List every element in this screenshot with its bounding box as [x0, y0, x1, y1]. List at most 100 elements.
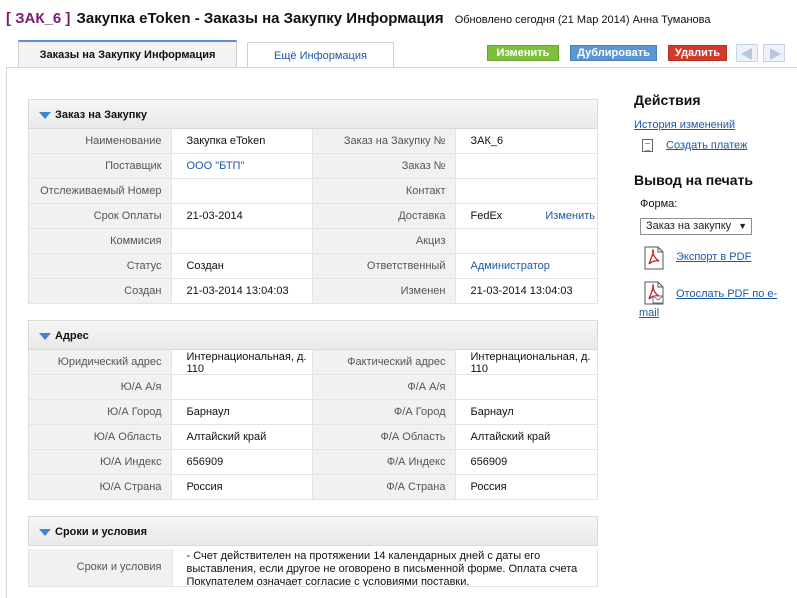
form-select[interactable]: Заказ на закупку ▼: [640, 218, 752, 235]
inline-edit-link[interactable]: Изменить: [545, 204, 595, 228]
table-row: Юридический адрес Интернациональная, д. 1…: [29, 350, 597, 375]
field-value: Барнаул: [171, 400, 313, 424]
duplicate-button[interactable]: Дублировать: [570, 45, 657, 61]
field-value: Закупка eToken: [171, 129, 313, 153]
field-value-text: Россия: [186, 481, 223, 493]
table-row: Создан 21-03-2014 13:04:03 Изменен 21-03-20…: [29, 279, 597, 304]
send-pdf-link[interactable]: Отослать PDF по e-mail: [639, 288, 777, 319]
field-value: Алтайский край: [171, 425, 313, 449]
section-order: Заказ на Закупку Наименование Закупка eTo…: [28, 99, 598, 304]
field-label: Заказ №: [313, 154, 456, 178]
field-value-text: Алтайский край: [470, 431, 551, 443]
export-pdf-link[interactable]: Экспорт в PDF: [676, 251, 751, 263]
section-terms-header[interactable]: Сроки и условия: [28, 516, 598, 546]
field-label-text: Ю/А Город: [107, 406, 162, 418]
table-row: Срок Оплаты 21-03-2014 Доставка FedEx Измени…: [29, 204, 597, 229]
field-label-text: Контакт: [405, 185, 446, 197]
print-title: Вывод на печать: [634, 172, 754, 188]
field-value: [171, 179, 313, 203]
field-label-text: Юридический адрес: [57, 356, 162, 368]
field-value: [455, 375, 597, 399]
section-order-header[interactable]: Заказ на Закупку: [28, 99, 598, 129]
field-value: Интернациональная, д. 110: [171, 350, 313, 374]
field-label-text: Ф/А Город: [393, 406, 446, 418]
field-label-text: Ф/А А/я: [407, 381, 446, 393]
field-label-text: Наименование: [85, 135, 162, 147]
table-row: Ю/А Область Алтайский край Ф/А Область Алта…: [29, 425, 597, 450]
arrow-left-icon: [741, 48, 752, 60]
field-label-text: Отслеживаемый Номер: [40, 185, 162, 197]
history-link[interactable]: История изменений: [634, 119, 794, 131]
field-label-text: Изменен: [400, 285, 446, 297]
edit-button[interactable]: Изменить: [487, 45, 559, 61]
field-label: Изменен: [313, 279, 456, 303]
field-value: 656909: [455, 450, 597, 474]
sidebar: Действия История изменений Создать плате…: [634, 92, 794, 210]
field-value: ООО "БТП": [171, 154, 313, 178]
field-label: Отслеживаемый Номер: [29, 179, 172, 203]
field-value: Интернациональная, д. 110: [455, 350, 597, 374]
field-value-text: ЗАК_6: [470, 135, 504, 147]
next-record-button[interactable]: [763, 44, 785, 62]
table-row: Ю/А Город Барнаул Ф/А Город Барнаул: [29, 400, 597, 425]
field-label-text: Акциз: [415, 235, 446, 247]
create-payment-row: Создать платеж: [634, 139, 794, 152]
field-value-text: 656909: [186, 456, 224, 468]
field-label-text: Коммисия: [110, 235, 162, 247]
chevron-down-icon: ▼: [738, 221, 747, 231]
field-label-text: Заказ №: [401, 160, 446, 172]
field-label: Статус: [29, 254, 172, 278]
field-value: 21-03-2014 13:04:03: [171, 279, 313, 303]
document-icon: [642, 139, 653, 152]
field-value-text: Алтайский край: [186, 431, 267, 443]
field-value-text: FedEx: [470, 210, 503, 222]
section-address-header[interactable]: Адрес: [28, 320, 598, 350]
tab-more-info[interactable]: Ещё Информация: [247, 42, 394, 68]
field-label-text: Фактический адрес: [347, 356, 446, 368]
field-value: 21-03-2014 13:04:03: [455, 279, 597, 303]
field-value-text: Закупка eToken: [186, 135, 266, 147]
caret-down-icon: [39, 112, 51, 119]
field-label: Ю/А Страна: [29, 475, 172, 499]
prev-record-button[interactable]: [736, 44, 758, 62]
field-value: [455, 229, 597, 253]
field-label: Ю/А А/я: [29, 375, 172, 399]
field-label-text: Доставка: [398, 210, 446, 222]
tab-order-info[interactable]: Заказы на Закупку Информация: [18, 40, 237, 68]
field-value: Россия: [455, 475, 597, 499]
field-value: FedEx Изменить: [455, 204, 597, 228]
assignee-link[interactable]: Администратор: [470, 260, 549, 272]
field-value: Россия: [171, 475, 313, 499]
table-row: Отслеживаемый Номер Контакт: [29, 179, 597, 204]
section-address-title: Адрес: [55, 330, 89, 342]
field-value-text: 656909: [470, 456, 508, 468]
field-value-text: Интернациональная, д. 110: [186, 351, 307, 374]
field-label-text: Поставщик: [105, 160, 162, 172]
field-label: Ю/А Индекс: [29, 450, 172, 474]
field-value-text: Создан: [186, 260, 224, 272]
record-id: [ ЗАК_6 ]: [6, 10, 71, 27]
create-payment-link[interactable]: Создать платеж: [666, 139, 747, 151]
field-label: Поставщик: [29, 154, 172, 178]
field-label-text: Ответственный: [366, 260, 446, 272]
vendor-link[interactable]: ООО "БТП": [186, 160, 244, 172]
section-address: Адрес Юридический адрес Интернациональная…: [28, 320, 598, 500]
form-select-value: Заказ на закупку: [646, 220, 732, 232]
field-value: 656909: [171, 450, 313, 474]
field-label: Ф/А А/я: [313, 375, 456, 399]
page-title: Закупка eToken - Заказы на Закупку Инфор…: [76, 10, 444, 27]
table-row: Поставщик ООО "БТП" Заказ №: [29, 154, 597, 179]
address-grid: Юридический адрес Интернациональная, д. 1…: [28, 350, 598, 500]
page-header: [ ЗАК_6 ] Закупка eToken - Заказы на Зак…: [6, 10, 710, 32]
caret-down-icon: [39, 529, 51, 536]
field-value-text: 21-03-2014 13:04:03: [186, 285, 289, 297]
field-value-text: Россия: [470, 481, 507, 493]
field-label: Фактический адрес: [313, 350, 456, 374]
field-label-text: Ю/А А/я: [120, 381, 162, 393]
field-label-text: Ф/А Область: [380, 431, 446, 443]
delete-button[interactable]: Удалить: [668, 45, 727, 61]
table-row: Ю/А Индекс 656909 Ф/А Индекс 656909: [29, 450, 597, 475]
field-label: Ф/А Индекс: [313, 450, 456, 474]
field-value-text: Интернациональная, д. 110: [470, 351, 591, 374]
field-value: [171, 229, 313, 253]
